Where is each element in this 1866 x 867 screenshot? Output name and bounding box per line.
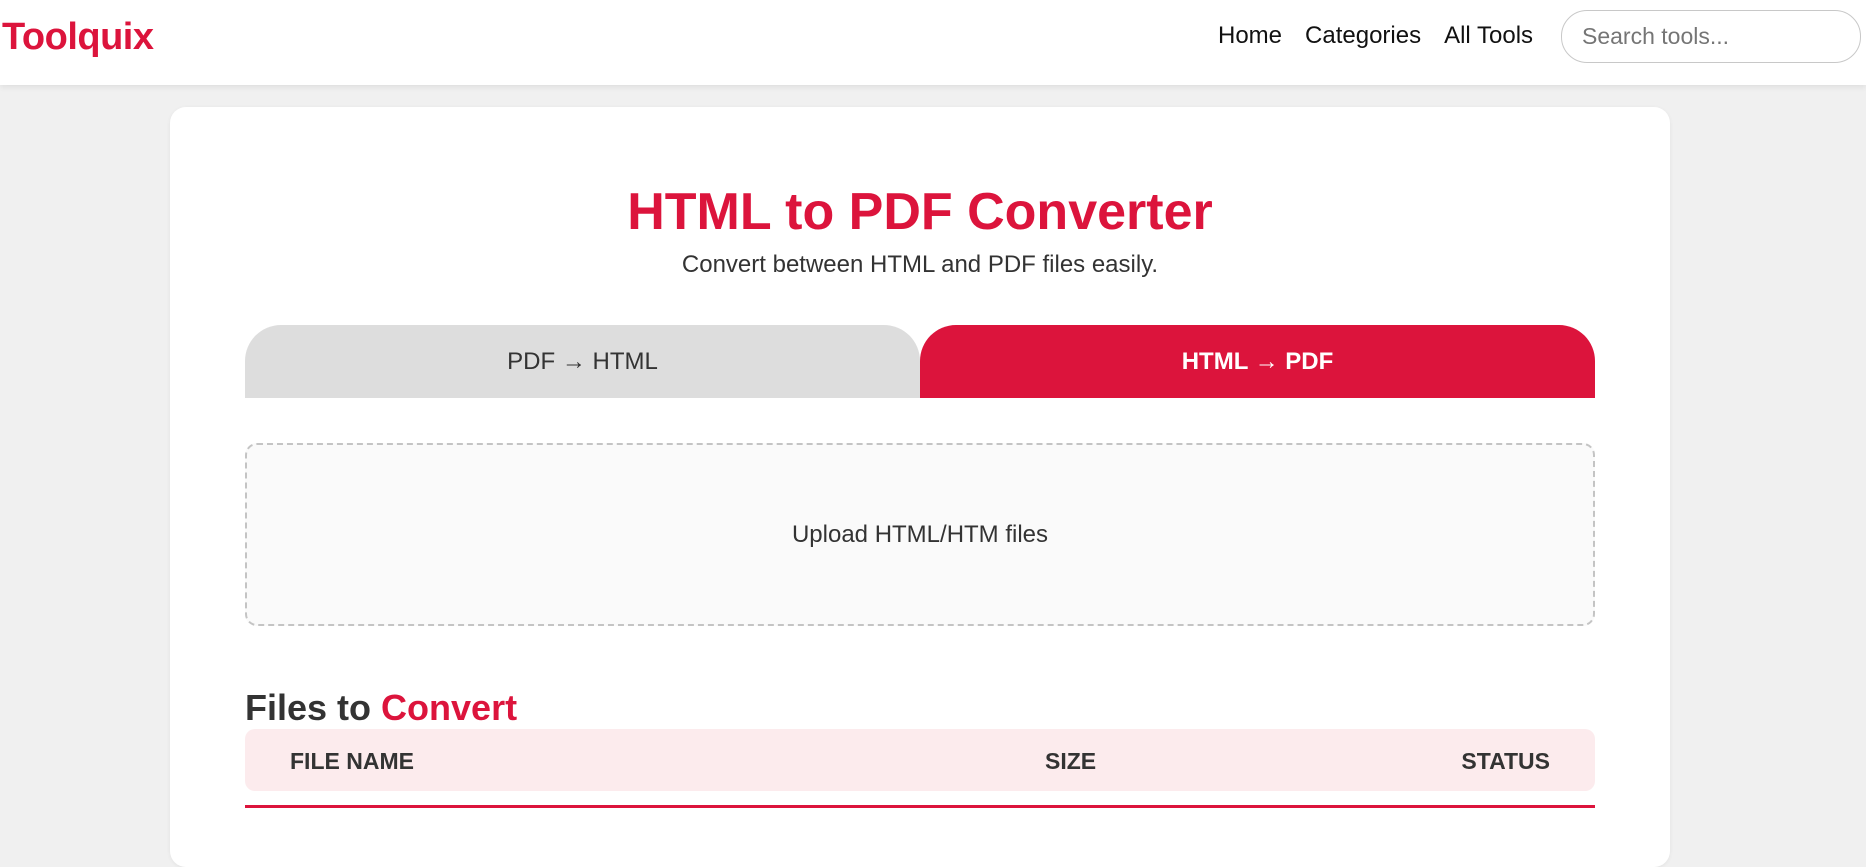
table-divider <box>245 805 1595 808</box>
section-heading-accent: Convert <box>381 687 518 728</box>
tab-html-to-pdf[interactable]: HTML → PDF <box>920 325 1595 398</box>
site-logo[interactable]: Toolquix <box>2 16 154 59</box>
converter-card: HTML to PDF Converter Convert between HT… <box>170 107 1670 867</box>
section-heading-prefix: Files to <box>245 687 372 728</box>
nav-link-home[interactable]: Home <box>1218 22 1282 50</box>
page-title: HTML to PDF Converter <box>627 183 1213 241</box>
mode-tabs: PDF → HTML HTML → PDF <box>245 325 1595 398</box>
top-navbar: Toolquix Home Categories All Tools <box>0 0 1866 85</box>
column-header-status: Status <box>1461 748 1550 774</box>
search-input[interactable] <box>1561 10 1861 63</box>
nav-links: Home Categories All Tools <box>1218 22 1533 50</box>
files-section-heading: Files to Convert <box>245 687 517 729</box>
nav-link-all-tools[interactable]: All Tools <box>1444 22 1533 50</box>
column-header-file-name: File Name <box>290 748 414 774</box>
upload-dropzone[interactable]: Upload HTML/HTM files <box>245 443 1595 626</box>
column-header-size: Size <box>1045 748 1097 774</box>
files-table-header: File Name Size Status <box>245 729 1595 791</box>
page-subtitle: Convert between HTML and PDF files easil… <box>681 251 1159 278</box>
tab-pdf-to-html[interactable]: PDF → HTML <box>245 325 920 398</box>
upload-label: Upload HTML/HTM files <box>791 520 1049 548</box>
nav-link-categories[interactable]: Categories <box>1305 22 1421 50</box>
